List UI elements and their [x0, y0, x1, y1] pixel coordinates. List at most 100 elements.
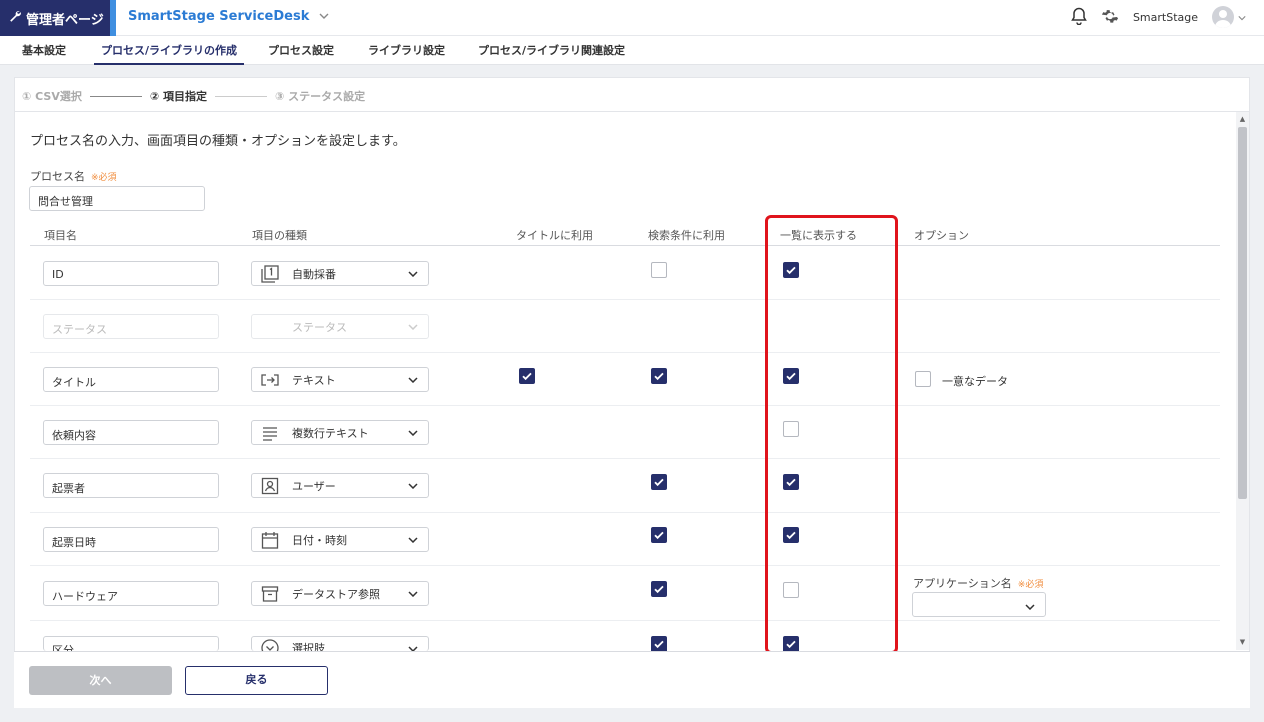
row-divider	[30, 620, 1220, 621]
item-name-input[interactable]: 依頼内容	[43, 420, 219, 445]
item-type-label: 選択肢	[292, 642, 325, 651]
tab-process-settings[interactable]: プロセス設定	[268, 36, 334, 65]
row-divider	[30, 565, 1220, 566]
item-name-input[interactable]: ID	[43, 261, 219, 286]
user-menu[interactable]	[1212, 6, 1246, 28]
chevron-down-icon	[1238, 10, 1246, 24]
back-button[interactable]: 戻る	[185, 666, 328, 695]
item-type-label: データストア参照	[292, 587, 380, 601]
item-type-select: ステータス	[251, 314, 429, 339]
step-connector	[215, 95, 268, 97]
choice-icon	[260, 638, 280, 651]
use-search-checkbox[interactable]	[651, 262, 667, 278]
user-name[interactable]: SmartStage	[1133, 11, 1198, 24]
row-divider	[30, 458, 1220, 459]
item-type-select[interactable]: 自動採番	[251, 261, 429, 286]
tab-relation-settings[interactable]: プロセス/ライブラリ関連設定	[478, 36, 625, 65]
item-type-select[interactable]: テキスト	[251, 367, 429, 392]
scroll-up-arrow-icon[interactable]: ▲	[1238, 114, 1247, 124]
item-type-label: ステータス	[292, 320, 347, 334]
show-list-checkbox[interactable]	[783, 368, 799, 384]
col-header-item-name: 項目名	[44, 229, 77, 242]
chevron-down-icon	[408, 267, 418, 280]
use-search-checkbox[interactable]	[651, 636, 667, 651]
app-name-select[interactable]	[912, 592, 1046, 617]
step-connector	[89, 95, 142, 97]
bell-icon[interactable]	[1071, 7, 1087, 28]
datastore-icon	[260, 584, 280, 604]
process-name-label-text: プロセス名	[30, 170, 85, 183]
text-icon	[260, 370, 280, 390]
use-search-checkbox[interactable]	[651, 474, 667, 490]
col-header-option: オプション	[914, 229, 969, 242]
use-search-checkbox[interactable]	[651, 527, 667, 543]
item-type-label: ユーザー	[292, 479, 336, 493]
scrollbar-thumb[interactable]	[1238, 127, 1247, 499]
unique-data-label: 一意なデータ	[942, 375, 1008, 388]
item-type-label: 日付・時刻	[292, 533, 347, 547]
tab-create-process-library[interactable]: プロセス/ライブラリの作成	[94, 36, 245, 65]
app-title: SmartStage ServiceDesk	[128, 9, 310, 24]
show-list-checkbox[interactable]	[783, 262, 799, 278]
process-name-label: プロセス名 ※必須	[30, 168, 117, 184]
multiline-text-icon	[260, 423, 280, 443]
admin-accent-bar	[110, 0, 116, 36]
chevron-down-icon	[408, 638, 418, 651]
item-name-input[interactable]: 区分	[43, 636, 219, 651]
col-header-show-list: 一覧に表示する	[780, 229, 857, 242]
process-name-input[interactable]: 問合せ管理	[29, 186, 205, 211]
app-name-label-text: アプリケーション名	[913, 577, 1012, 590]
item-type-select[interactable]: 複数行テキスト	[251, 420, 429, 445]
step-csv-select: ① CSV選択	[22, 90, 82, 103]
use-title-checkbox[interactable]	[519, 368, 535, 384]
unique-data-checkbox[interactable]	[915, 371, 931, 387]
divider	[14, 111, 1250, 112]
wrench-icon	[8, 9, 22, 27]
item-name-input[interactable]: 起票者	[43, 473, 219, 498]
admin-page-label: 管理者ページ	[26, 12, 104, 28]
use-search-checkbox[interactable]	[651, 581, 667, 597]
item-name-input: ステータス	[43, 314, 219, 339]
table-header-divider	[30, 245, 1220, 246]
col-header-use-search: 検索条件に利用	[648, 229, 725, 242]
item-name-input[interactable]: ハードウェア	[43, 581, 219, 606]
show-list-checkbox[interactable]	[783, 474, 799, 490]
scroll-down-arrow-icon[interactable]: ▼	[1238, 637, 1247, 647]
gear-icon[interactable]	[1101, 7, 1119, 28]
item-name-input[interactable]: タイトル	[43, 367, 219, 392]
row-divider	[30, 299, 1220, 300]
calendar-icon	[260, 530, 280, 550]
item-type-label: 複数行テキスト	[292, 426, 369, 440]
item-name-input[interactable]: 起票日時	[43, 527, 219, 552]
chevron-down-icon	[408, 320, 418, 333]
chevron-down-icon	[319, 11, 329, 22]
show-list-checkbox[interactable]	[783, 421, 799, 437]
required-mark: ※必須	[91, 173, 117, 183]
user-icon	[260, 476, 280, 496]
col-header-use-title: タイトルに利用	[516, 229, 593, 242]
chevron-down-icon	[408, 479, 418, 492]
step-status-config: ③ ステータス設定	[275, 90, 366, 103]
show-list-checkbox[interactable]	[783, 582, 799, 598]
tab-library-settings[interactable]: ライブラリ設定	[368, 36, 445, 65]
item-type-select[interactable]: 選択肢	[251, 636, 429, 651]
avatar	[1212, 6, 1234, 28]
item-type-select[interactable]: 日付・時刻	[251, 527, 429, 552]
chevron-down-icon	[408, 587, 418, 600]
main-tabs: 基本設定 プロセス/ライブラリの作成 プロセス設定 ライブラリ設定 プロセス/ラ…	[0, 36, 1264, 65]
step-item-config: ② 項目指定	[149, 90, 208, 103]
admin-page-badge[interactable]: 管理者ページ	[0, 0, 110, 36]
item-type-select[interactable]: ユーザー	[251, 473, 429, 498]
app-switcher[interactable]: SmartStage ServiceDesk	[128, 9, 329, 24]
item-type-select[interactable]: データストア参照	[251, 581, 429, 606]
show-list-checkbox[interactable]	[783, 636, 799, 651]
row-divider	[30, 405, 1220, 406]
required-mark: ※必須	[1017, 580, 1044, 590]
row-divider	[30, 512, 1220, 513]
use-search-checkbox[interactable]	[651, 368, 667, 384]
show-list-checkbox[interactable]	[783, 527, 799, 543]
item-type-label: 自動採番	[292, 267, 336, 281]
chevron-down-icon	[408, 533, 418, 546]
tab-basic-settings[interactable]: 基本設定	[22, 36, 66, 65]
next-button[interactable]: 次へ	[29, 666, 172, 695]
